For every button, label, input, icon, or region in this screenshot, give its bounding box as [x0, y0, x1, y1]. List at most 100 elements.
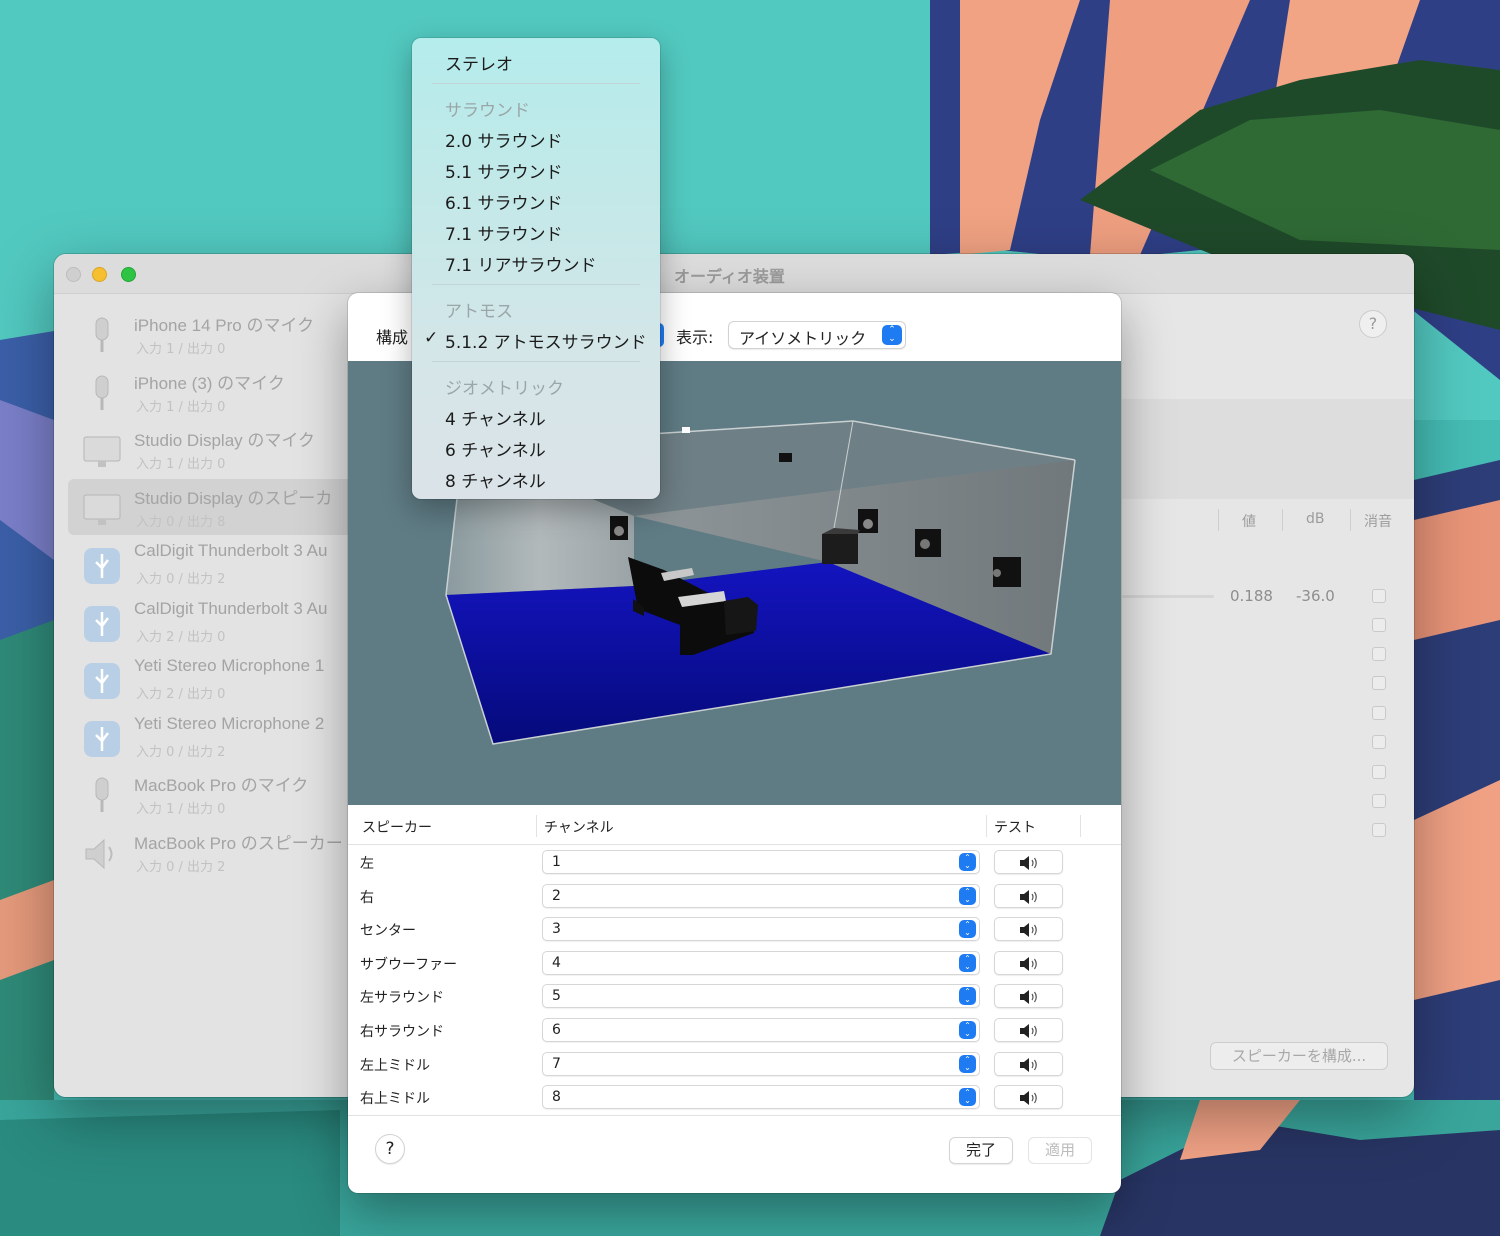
microphone-icon	[95, 777, 109, 812]
speaker-row: 右サラウンド 6 ⌃ ⌄	[348, 1013, 1121, 1047]
speaker-volume-icon	[1020, 890, 1037, 904]
popup-stepper-icon: ⌃ ⌄	[959, 987, 976, 1005]
test-speaker-button[interactable]	[994, 951, 1063, 975]
mute-checkbox[interactable]	[1372, 647, 1386, 661]
device-item[interactable]: CalDigit Thunderbolt 3 Au 入力 0 / 出力 2	[68, 536, 358, 592]
window-title: オーディオ装置	[674, 267, 785, 286]
menu-section-atmos: アトモス	[445, 302, 513, 322]
speaker-volume-icon	[1020, 1091, 1037, 1105]
column-separator	[986, 815, 987, 837]
device-item[interactable]: MacBook Pro のスピーカー 入力 0 / 出力 2	[68, 824, 358, 880]
help-button[interactable]: ?	[375, 1134, 405, 1164]
channel-popup[interactable]: 1 ⌃ ⌄	[542, 850, 980, 874]
menu-item-surround[interactable]: 2.0 サラウンド	[445, 127, 562, 152]
mute-checkbox[interactable]	[1372, 676, 1386, 690]
column-separator	[1282, 509, 1283, 531]
menu-item-surround[interactable]: 5.1 サラウンド	[445, 158, 562, 183]
channel-value: 2	[552, 888, 561, 904]
device-item-selected[interactable]: Studio Display のスピーカ 入力 0 / 出力 8	[68, 479, 358, 535]
test-speaker-button[interactable]	[994, 917, 1063, 941]
device-io-count: 入力 1 / 出力 0	[136, 400, 226, 415]
speaker-volume-icon	[1020, 990, 1037, 1004]
menu-item-surround[interactable]: 7.1 サラウンド	[445, 220, 562, 245]
device-name: Studio Display のスピーカ	[134, 489, 333, 508]
menu-item-atmos-selected[interactable]: 5.1.2 アトモスサラウンド	[445, 328, 647, 353]
display-icon	[83, 436, 121, 467]
channel-value: 5	[552, 988, 561, 1004]
done-button[interactable]: 完了	[949, 1137, 1013, 1164]
test-speaker-button[interactable]	[994, 1052, 1063, 1076]
device-item[interactable]: CalDigit Thunderbolt 3 Au 入力 2 / 出力 0	[68, 594, 358, 650]
popup-stepper-icon: ⌃ ⌄	[959, 887, 976, 905]
device-name: Studio Display のマイク	[134, 431, 316, 450]
channel-popup[interactable]: 6 ⌃ ⌄	[542, 1018, 980, 1042]
microphone-icon	[95, 317, 109, 352]
device-name: Yeti Stereo Microphone 2	[134, 714, 325, 733]
device-item[interactable]: Yeti Stereo Microphone 2 入力 0 / 出力 2	[68, 709, 358, 765]
column-separator	[1350, 509, 1351, 531]
view-popup-value: アイソメトリック	[739, 329, 867, 348]
channel-popup[interactable]: 7 ⌃ ⌄	[542, 1052, 980, 1076]
channel-popup[interactable]: 3 ⌃ ⌄	[542, 917, 980, 941]
close-window-button[interactable]	[66, 267, 81, 282]
mute-checkbox[interactable]	[1372, 706, 1386, 720]
device-item[interactable]: Yeti Stereo Microphone 1 入力 2 / 出力 0	[68, 651, 358, 707]
configure-speakers-button[interactable]: スピーカーを構成...	[1210, 1042, 1388, 1070]
master-value: 0.188	[1230, 587, 1273, 605]
menu-separator	[432, 284, 640, 285]
checkmark-icon: ✓	[424, 328, 439, 348]
microphone-icon	[95, 375, 109, 410]
device-name: iPhone (3) のマイク	[134, 374, 285, 393]
menu-item-surround[interactable]: 7.1 リアサラウンド	[445, 251, 596, 276]
channel-value: 3	[552, 921, 561, 937]
test-speaker-button[interactable]	[994, 884, 1063, 908]
volume-slider[interactable]	[1122, 595, 1214, 598]
zoom-window-button[interactable]	[121, 267, 136, 282]
popup-stepper-icon: ⌃ ⌄	[959, 853, 976, 871]
apply-button[interactable]: 適用	[1028, 1137, 1092, 1164]
menu-item-stereo[interactable]: ステレオ	[445, 50, 513, 75]
menu-item-geometric[interactable]: 6 チャンネル	[445, 436, 546, 461]
speaker-table-header: スピーカー チャンネル テスト	[348, 805, 1121, 845]
window-titlebar: オーディオ装置	[54, 254, 1414, 294]
mute-checkbox[interactable]	[1372, 618, 1386, 632]
channel-popup[interactable]: 2 ⌃ ⌄	[542, 884, 980, 908]
menu-item-geometric[interactable]: 4 チャンネル	[445, 405, 546, 430]
minimize-window-button[interactable]	[92, 267, 107, 282]
mute-checkbox[interactable]	[1372, 735, 1386, 749]
help-button[interactable]: ?	[1359, 310, 1387, 338]
device-detail-band	[1122, 399, 1414, 499]
test-speaker-button[interactable]	[994, 1018, 1063, 1042]
channel-popup[interactable]: 5 ⌃ ⌄	[542, 984, 980, 1008]
device-item[interactable]: Studio Display のマイク 入力 1 / 出力 0	[68, 421, 358, 477]
speaker-row: 左サラウンド 5 ⌃ ⌄	[348, 979, 1121, 1013]
column-header-mute: 消音	[1364, 514, 1392, 530]
device-item[interactable]: iPhone 14 Pro のマイク 入力 1 / 出力 0	[68, 306, 358, 362]
display-icon	[83, 494, 121, 525]
device-list-sidebar: iPhone 14 Pro のマイク 入力 1 / 出力 0 iPhone (3…	[54, 294, 358, 1097]
menu-item-surround[interactable]: 6.1 サラウンド	[445, 189, 562, 214]
view-popup-button[interactable]: アイソメトリック ⌃ ⌄	[728, 321, 906, 349]
menu-item-geometric[interactable]: 8 チャンネル	[445, 467, 546, 492]
master-db: -36.0	[1296, 587, 1335, 605]
channel-value: 4	[552, 955, 561, 971]
popup-stepper-icon: ⌃ ⌄	[959, 954, 976, 972]
mute-checkbox[interactable]	[1372, 823, 1386, 837]
mute-checkbox[interactable]	[1372, 589, 1386, 603]
channel-popup[interactable]: 8 ⌃ ⌄	[542, 1085, 980, 1109]
mute-checkbox[interactable]	[1372, 794, 1386, 808]
channel-popup[interactable]: 4 ⌃ ⌄	[542, 951, 980, 975]
device-io-count: 入力 2 / 出力 0	[136, 687, 226, 702]
test-speaker-button[interactable]	[994, 1085, 1063, 1109]
device-item[interactable]: MacBook Pro のマイク 入力 1 / 出力 0	[68, 766, 358, 822]
channel-value: 1	[552, 854, 561, 870]
mute-checkbox[interactable]	[1372, 765, 1386, 779]
device-item[interactable]: iPhone (3) のマイク 入力 1 / 出力 0	[68, 364, 358, 420]
channel-value: 7	[552, 1056, 561, 1072]
device-io-count: 入力 0 / 出力 2	[136, 745, 226, 760]
test-speaker-button[interactable]	[994, 984, 1063, 1008]
device-io-count: 入力 0 / 出力 2	[136, 572, 226, 587]
speaker-name: 右	[360, 890, 374, 906]
menu-separator	[432, 361, 640, 362]
test-speaker-button[interactable]	[994, 850, 1063, 874]
